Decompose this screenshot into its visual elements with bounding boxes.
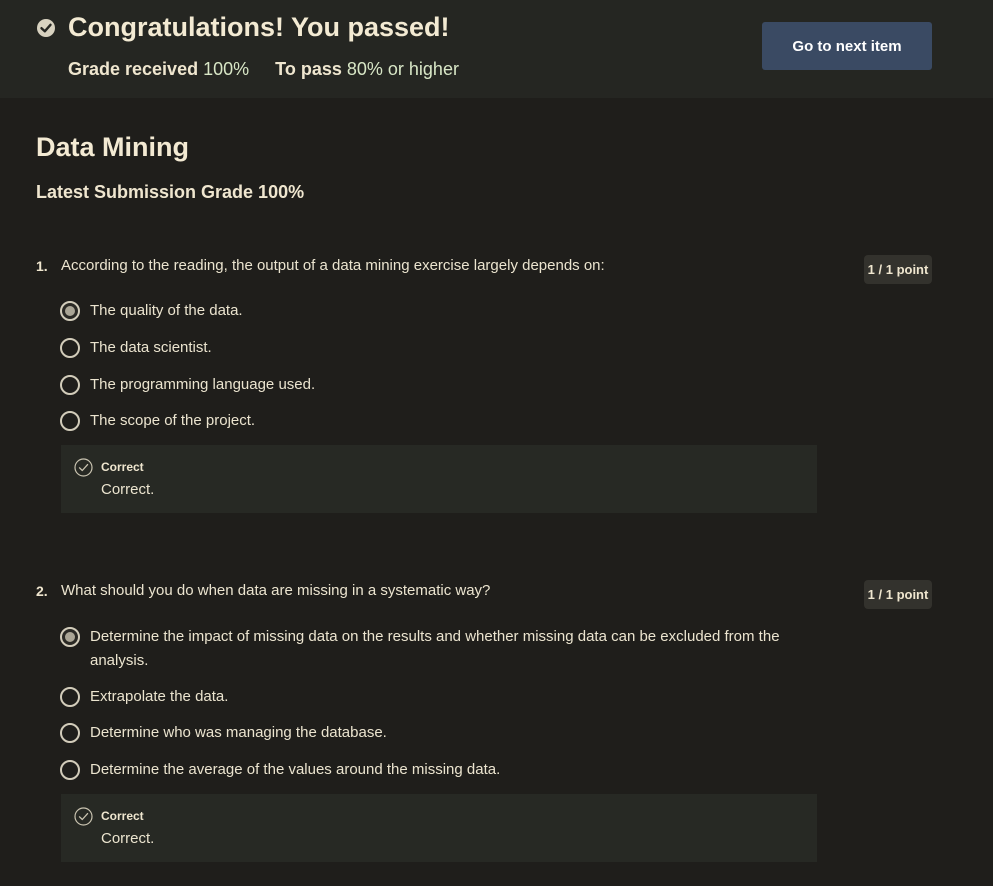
feedback-body: Correct. bbox=[101, 481, 155, 498]
option-label: The programming language used. bbox=[90, 376, 316, 393]
check-circle-outline-icon bbox=[74, 807, 93, 831]
radio-button[interactable] bbox=[60, 687, 80, 707]
grade-received-value: 100% bbox=[203, 59, 250, 79]
go-to-next-item-button[interactable]: Go to next item bbox=[762, 22, 932, 70]
radio-button[interactable] bbox=[60, 411, 80, 431]
points-badge: 1 / 1 point bbox=[864, 255, 932, 284]
pass-threshold-value: 80% or higher bbox=[346, 59, 459, 79]
option-label: Determine who was managing the database. bbox=[90, 724, 387, 741]
question-number: 2. bbox=[36, 583, 48, 599]
feedback-heading: Correct bbox=[101, 809, 144, 823]
option-label: Extrapolate the data. bbox=[90, 688, 229, 705]
check-circle-outline-icon bbox=[74, 458, 93, 482]
question-number: 1. bbox=[36, 258, 48, 274]
option-label: Determine the impact of missing data on … bbox=[90, 628, 780, 669]
option-label: The scope of the project. bbox=[90, 412, 256, 429]
pass-banner: Congratulations! You passed! Grade recei… bbox=[0, 0, 993, 98]
radio-button-selected[interactable] bbox=[60, 627, 80, 647]
question-text: According to the reading, the output of … bbox=[61, 257, 605, 274]
radio-button[interactable] bbox=[60, 723, 80, 743]
feedback-box: Correct Correct. bbox=[61, 794, 817, 862]
latest-submission-grade: Latest Submission Grade 100% bbox=[36, 182, 305, 202]
grade-summary: Grade received 100% To pass 80% or highe… bbox=[68, 59, 459, 80]
pass-title: Congratulations! You passed! bbox=[68, 12, 450, 42]
feedback-body: Correct. bbox=[101, 830, 155, 847]
quiz-title: Data Mining bbox=[36, 132, 189, 162]
radio-button[interactable] bbox=[60, 375, 80, 395]
check-circle-icon bbox=[37, 19, 55, 37]
feedback-box: Correct Correct. bbox=[61, 445, 817, 513]
radio-button[interactable] bbox=[60, 338, 80, 358]
feedback-heading: Correct bbox=[101, 460, 144, 474]
option-label: The data scientist. bbox=[90, 339, 212, 356]
radio-button-selected[interactable] bbox=[60, 301, 80, 321]
option-label: Determine the average of the values arou… bbox=[90, 761, 501, 778]
radio-button[interactable] bbox=[60, 760, 80, 780]
option-label: The quality of the data. bbox=[90, 302, 243, 319]
question-text: What should you do when data are missing… bbox=[61, 582, 491, 599]
pass-threshold-label: To pass bbox=[275, 59, 342, 79]
grade-received-label: Grade received bbox=[68, 59, 199, 79]
points-badge: 1 / 1 point bbox=[864, 580, 932, 609]
